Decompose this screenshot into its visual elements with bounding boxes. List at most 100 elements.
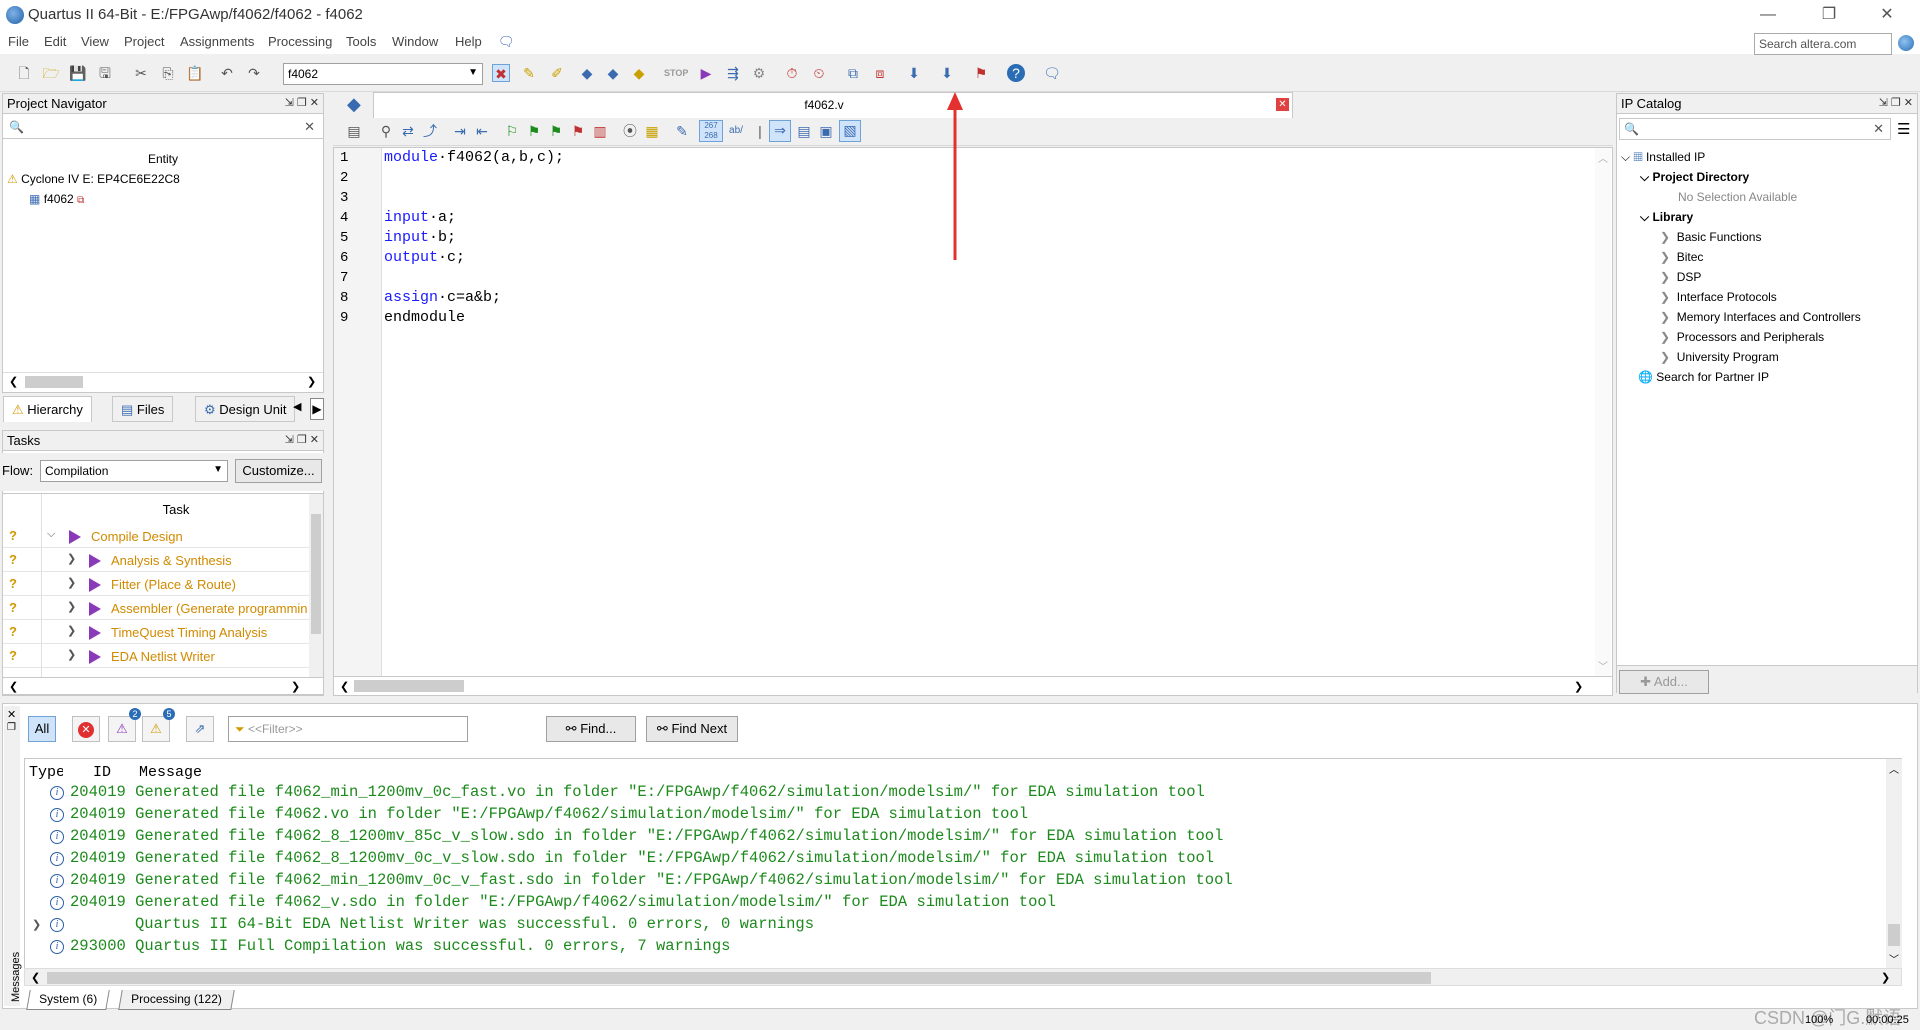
scroll-left-icon[interactable]: ❮ xyxy=(9,375,18,388)
timequest-icon[interactable]: ⏱ xyxy=(783,64,801,82)
task-row[interactable]: ? ❯ EDA Netlist Writer xyxy=(3,644,309,668)
project-settings-icon[interactable]: ✖ xyxy=(492,64,510,82)
expand-icon[interactable]: ▤ xyxy=(795,122,813,140)
partner-ip-row[interactable]: 🌐 Search for Partner IP xyxy=(1638,370,1769,384)
prev-bookmark-icon[interactable]: ⚑ xyxy=(547,122,565,140)
close-icon[interactable]: ✕ xyxy=(7,708,16,721)
message-row[interactable]: 204019 Generated file f4062.vo in folder… xyxy=(70,805,1028,823)
save-all-icon[interactable]: 🖫 xyxy=(96,64,114,82)
scroll-right-icon[interactable]: ❯ xyxy=(1881,971,1890,984)
messages-filter-input[interactable]: ⏷ <<Filter>> xyxy=(228,716,468,742)
messages-vscrollbar[interactable]: ︿ ﹀ xyxy=(1886,759,1902,969)
float-icon[interactable]: ❐ xyxy=(7,722,16,733)
start-compilation-icon[interactable]: ▶ xyxy=(697,64,715,82)
scroll-thumb[interactable] xyxy=(311,514,321,634)
messages-hscrollbar[interactable]: ❮ ❯ xyxy=(24,968,1902,986)
menu-help[interactable]: Help xyxy=(455,34,482,49)
menu-project[interactable]: Project xyxy=(124,34,164,49)
message-row[interactable]: 204019 Generated file f4062_8_1200mv_85c… xyxy=(70,827,1223,845)
play-icon[interactable] xyxy=(89,626,101,640)
close-button[interactable]: ✕ xyxy=(1864,2,1910,28)
code-line[interactable]: assign·c=a&b; xyxy=(384,289,501,306)
scroll-down-icon[interactable]: ﹀ xyxy=(1889,951,1899,966)
filter-all-button[interactable]: All xyxy=(28,716,56,742)
flow-select[interactable]: Compilation ▼ xyxy=(40,460,228,482)
help-topic-icon[interactable]: 🗨 xyxy=(498,34,515,50)
panel-controls-icon[interactable]: ⇲ ❐ ✕ xyxy=(285,96,319,109)
tab-hierarchy[interactable]: ⚠ Hierarchy xyxy=(3,396,92,422)
menu-file[interactable]: File xyxy=(8,34,29,49)
indent-icon[interactable]: ⇥ xyxy=(451,122,469,140)
chevron-right-icon[interactable]: ❯ xyxy=(67,600,76,613)
message-row[interactable]: Quartus II 64-Bit EDA Netlist Writer was… xyxy=(135,915,814,933)
paste-icon[interactable]: 📋 xyxy=(186,64,204,82)
play-icon[interactable] xyxy=(89,578,101,592)
uncomment-icon[interactable]: ▦ xyxy=(643,122,661,140)
scroll-up-icon[interactable]: ︿ xyxy=(1889,761,1899,776)
play-icon[interactable] xyxy=(89,602,101,616)
collapse-icon[interactable]: ▣ xyxy=(817,122,835,140)
unindent-icon[interactable]: ⇤ xyxy=(473,122,491,140)
editor-vscrollbar[interactable]: ︿ ﹀ xyxy=(1595,148,1611,676)
message-row[interactable]: 204019 Generated file f4062_8_1200mv_0c_… xyxy=(70,849,1214,867)
ip-category-row[interactable]: ❯ Interface Protocols xyxy=(1660,290,1777,304)
clear-search-icon[interactable]: ✕ xyxy=(304,119,315,135)
feedback-icon[interactable]: 🗨 xyxy=(1043,64,1061,82)
scroll-left-icon[interactable]: ❮ xyxy=(340,680,349,693)
eda-netlist-writer-icon[interactable]: ⬇ xyxy=(938,64,956,82)
installed-ip-row[interactable]: ⌵ ▦ Installed IP xyxy=(1621,150,1705,165)
tab-processing-messages[interactable]: Processing (122) xyxy=(118,990,235,1010)
play-icon[interactable] xyxy=(69,530,81,544)
task-row[interactable]: ? ❯ Analysis & Synthesis xyxy=(3,548,309,572)
save-icon[interactable]: 💾 xyxy=(69,64,87,82)
find-next-button[interactable]: ⚯ Find Next xyxy=(646,716,738,742)
message-row[interactable]: 204019 Generated file f4062_min_1200mv_0… xyxy=(70,871,1233,889)
scroll-down-icon[interactable]: ﹀ xyxy=(1598,658,1608,673)
library-row[interactable]: ⌵ Library xyxy=(1640,210,1693,225)
word-wrap-icon[interactable]: ⇒ xyxy=(769,120,791,142)
find-replace-icon[interactable]: ⇄ xyxy=(399,122,417,140)
edit-icon[interactable]: ✎ xyxy=(673,122,691,140)
scroll-thumb[interactable] xyxy=(25,376,83,388)
next-bookmark-icon[interactable]: ⚑ xyxy=(525,122,543,140)
code-line[interactable]: output·c; xyxy=(384,249,465,266)
menu-tools[interactable]: Tools xyxy=(346,34,376,49)
analysis-synthesis-icon[interactable]: ◆ xyxy=(604,64,622,82)
menu-window[interactable]: Window xyxy=(392,34,438,49)
globe-icon[interactable] xyxy=(1898,35,1914,51)
task-row[interactable]: ? ⌵ Compile Design xyxy=(3,524,309,548)
editor-tab[interactable]: f4062.v ✕ xyxy=(373,92,1293,118)
scroll-right-icon[interactable]: ❯ xyxy=(307,375,316,388)
tab-scroll-right-icon[interactable]: ▶ xyxy=(310,398,324,420)
project-directory-row[interactable]: ⌵ Project Directory xyxy=(1640,170,1749,185)
filter-suppressed-button[interactable]: ⇗ xyxy=(186,716,214,742)
minimize-button[interactable]: — xyxy=(1745,2,1791,28)
attach-icon[interactable]: ⦿ xyxy=(621,122,639,140)
filter-warnings-button[interactable]: ⚠ xyxy=(142,716,170,742)
line-numbers-icon[interactable]: 267 268 xyxy=(699,120,723,142)
ip-category-row[interactable]: ❯ University Program xyxy=(1660,350,1779,364)
panel-controls-icon[interactable]: ⇲ ❐ ✕ xyxy=(285,433,319,446)
scroll-left-icon[interactable]: ❮ xyxy=(31,971,40,984)
scroll-thumb[interactable] xyxy=(354,680,464,692)
scroll-thumb[interactable] xyxy=(1888,924,1900,946)
task-row[interactable]: ? ❯ Assembler (Generate programmin xyxy=(3,596,309,620)
analysis-elaboration-icon[interactable]: ◆ xyxy=(630,64,648,82)
message-row[interactable]: 204019 Generated file f4062_min_1200mv_0… xyxy=(70,783,1205,801)
clear-bookmarks-icon[interactable]: ⚑ xyxy=(569,122,587,140)
ip-category-row[interactable]: ❯ Memory Interfaces and Controllers xyxy=(1660,310,1861,324)
top-entity-row[interactable]: ▦ f4062 ⧉ xyxy=(29,192,84,206)
navigator-hscrollbar[interactable]: ❮ ❯ xyxy=(3,372,323,390)
code-editor[interactable] xyxy=(333,147,1613,677)
code-line[interactable]: endmodule xyxy=(384,309,465,326)
block-comment-icon[interactable]: ▥ xyxy=(591,122,609,140)
chip-planner-icon[interactable]: ✐ xyxy=(548,64,566,82)
menu-icon[interactable]: ☰ xyxy=(1897,120,1910,138)
help-icon[interactable]: ? xyxy=(1007,64,1025,82)
tasks-vscrollbar[interactable] xyxy=(309,494,323,688)
timing-icon[interactable]: ⏲ xyxy=(810,64,828,82)
netlist-viewer-icon[interactable]: ⧈ xyxy=(871,64,889,82)
split-view-icon[interactable]: ▧ xyxy=(839,120,861,142)
ip-search-input[interactable]: 🔍 ✕ xyxy=(1619,118,1891,140)
tab-scroll-left-icon[interactable]: ◀ xyxy=(293,400,301,413)
